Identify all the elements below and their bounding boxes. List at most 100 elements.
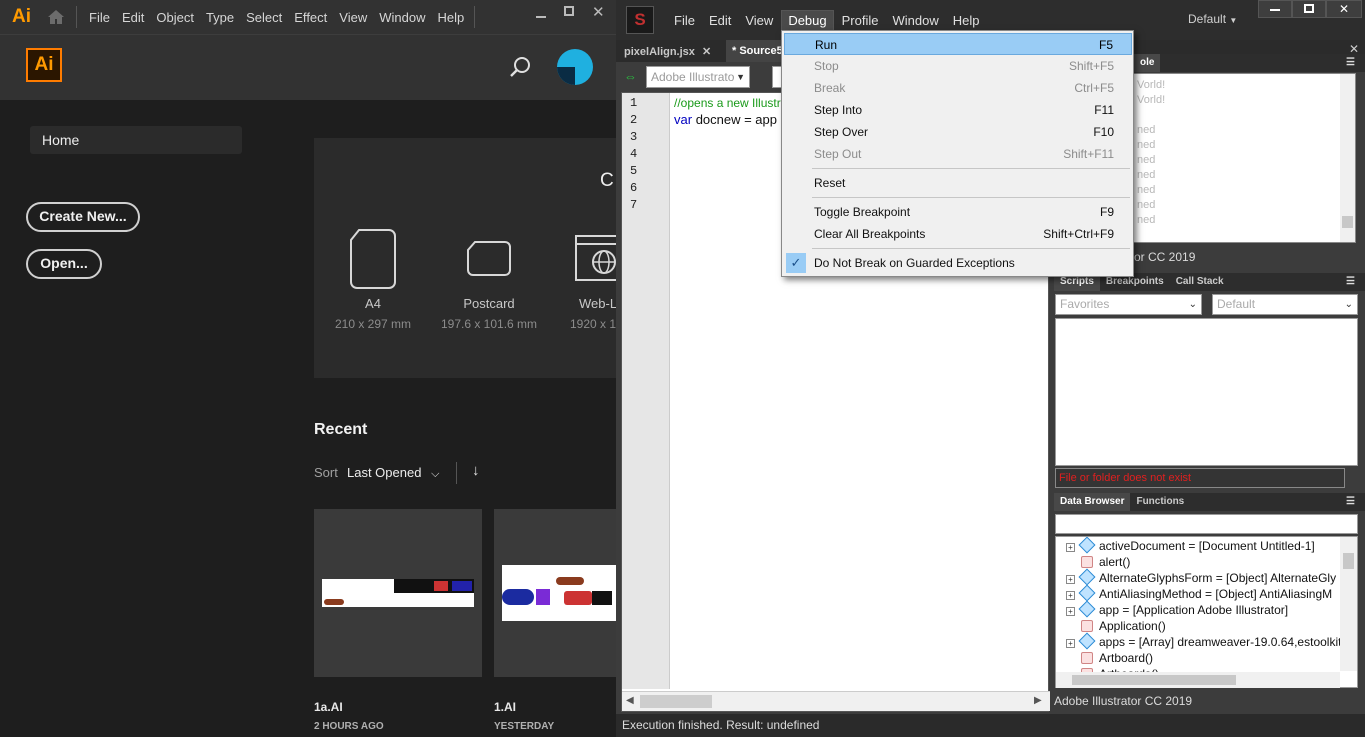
estk-menu-edit[interactable]: Edit	[703, 11, 737, 30]
recent-file-thumbnail[interactable]	[314, 509, 482, 677]
scroll-thumb[interactable]	[640, 695, 712, 708]
favorites-select[interactable]: Favorites ⌄	[1055, 294, 1202, 315]
search-icon[interactable]	[510, 56, 532, 78]
console-line: ned	[1137, 169, 1156, 181]
ai-menu-effect[interactable]: Effect	[294, 10, 327, 25]
data-browser-hscroll[interactable]	[1056, 672, 1340, 688]
link-icon[interactable]: ⇔	[624, 69, 637, 84]
tree-item[interactable]: + activeDocument = [Document Untitled-1]	[1066, 537, 1315, 554]
preset-a4[interactable]: A4 210 x 297 mm	[318, 228, 428, 331]
panel-menu-icon[interactable]: ☰	[1340, 493, 1361, 511]
create-new-button[interactable]: Create New...	[26, 202, 140, 232]
data-browser-filter[interactable]	[1055, 514, 1358, 534]
ai-menu-object[interactable]: Object	[156, 10, 194, 25]
panel-menu-icon[interactable]: ☰	[1340, 54, 1361, 72]
tree-item[interactable]: + app = [Application Adobe Illustrator]	[1066, 600, 1289, 618]
menu-item-do-not-break[interactable]: ✓ Do Not Break on Guarded Exceptions	[784, 252, 1132, 274]
favorites-value: Favorites	[1060, 297, 1110, 311]
ai-menu-file[interactable]: File	[89, 10, 110, 25]
ai-menu-window[interactable]: Window	[379, 10, 425, 25]
preset-postcard[interactable]: Postcard 197.6 x 101.6 mm	[434, 228, 544, 331]
status-bar: Execution finished. Result: undefined	[616, 714, 1365, 737]
tab-source5[interactable]: * Source5	[732, 45, 783, 57]
expand-icon[interactable]: +	[1066, 607, 1075, 616]
menu-item-step-over[interactable]: Step Over F10	[784, 121, 1132, 143]
target-app-select[interactable]: Adobe Illustrato ▼	[646, 66, 750, 88]
tree-item[interactable]: Artboard()	[1081, 651, 1153, 665]
ai-menu-type[interactable]: Type	[206, 10, 234, 25]
tree-item[interactable]: + AntiAliasingMethod = [Object] AntiAlias…	[1066, 584, 1332, 602]
tab-console[interactable]: ole	[1134, 54, 1161, 72]
console-line: ned	[1137, 154, 1156, 166]
tab-data-browser[interactable]: Data Browser	[1054, 493, 1131, 511]
tree-item[interactable]: + apps = [Array] dreamweaver-19.0.64,esto…	[1066, 632, 1341, 650]
ai-menu-select[interactable]: Select	[246, 10, 282, 25]
menu-item-stop[interactable]: Stop Shift+F5	[784, 55, 1132, 77]
maximize-icon[interactable]	[564, 6, 574, 16]
expand-icon[interactable]: +	[1066, 543, 1075, 552]
menu-item-step-out[interactable]: Step Out Shift+F11	[784, 143, 1132, 165]
tab-pixelalign[interactable]: pixelAlign.jsx ✕	[624, 45, 711, 58]
estk-menu-debug[interactable]: Debug	[781, 9, 834, 31]
ai-logo-small[interactable]: Ai	[12, 6, 34, 28]
tab-functions[interactable]: Functions	[1130, 493, 1190, 511]
scroll-right-icon[interactable]: ▶	[1034, 695, 1042, 706]
close-icon[interactable]: ✕	[592, 3, 605, 21]
recent-file-thumbnail[interactable]	[494, 509, 616, 677]
workspace-select[interactable]: Default ▼	[1188, 12, 1237, 26]
tree-item-label: activeDocument = [Document Untitled-1]	[1099, 539, 1315, 553]
tree-item[interactable]: alert()	[1081, 555, 1130, 569]
sidebar-item-home[interactable]: Home	[30, 126, 242, 154]
code-line: var docnew = app	[674, 112, 777, 127]
close-tab-icon[interactable]: ✕	[702, 46, 711, 58]
estk-menu-file[interactable]: File	[668, 11, 701, 30]
menu-item-step-into[interactable]: Step Into F11	[784, 99, 1132, 121]
console-line: ned	[1137, 214, 1156, 226]
estk-menu-window[interactable]: Window	[886, 11, 944, 30]
menu-item-run[interactable]: Run F5	[784, 33, 1132, 55]
ai-menu-help[interactable]: Help	[437, 10, 464, 25]
tree-item[interactable]: + AlternateGlyphsForm = [Object] Alternat…	[1066, 568, 1336, 586]
menu-item-shortcut: Shift+F11	[1063, 147, 1114, 161]
scroll-left-icon[interactable]: ◀	[626, 695, 634, 706]
menu-separator	[812, 168, 1130, 169]
line-number: 1	[630, 96, 638, 110]
panel-menu-icon[interactable]: ☰	[1340, 273, 1361, 291]
data-browser-header: Data Browser Functions ☰	[1054, 493, 1365, 511]
tree-item-label: app = [Application Adobe Illustrator]	[1099, 603, 1289, 617]
tab-call-stack[interactable]: Call Stack	[1170, 273, 1230, 291]
ai-menu-edit[interactable]: Edit	[122, 10, 144, 25]
minimize-icon[interactable]	[1258, 0, 1292, 18]
sort-dropdown[interactable]: Last Opened ⌵	[347, 465, 439, 481]
home-icon[interactable]	[46, 9, 66, 25]
maximize-icon[interactable]	[1292, 0, 1326, 18]
avatar[interactable]	[557, 49, 593, 85]
data-browser-tree[interactable]: + activeDocument = [Document Untitled-1] …	[1055, 536, 1358, 688]
scripts-list[interactable]	[1055, 318, 1358, 466]
close-icon[interactable]: ✕	[1326, 0, 1362, 18]
ai-menu-view[interactable]: View	[339, 10, 367, 25]
expand-icon[interactable]: +	[1066, 639, 1075, 648]
menu-item-toggle-breakpoint[interactable]: Toggle Breakpoint F9	[784, 201, 1132, 223]
sort-direction-arrow-icon[interactable]: ↓	[472, 462, 480, 479]
recent-file-name[interactable]: 1a.AI	[314, 700, 343, 714]
console-scrollbar[interactable]	[1340, 74, 1355, 242]
recent-file-name[interactable]: 1.AI	[494, 700, 516, 714]
estk-menu-help[interactable]: Help	[947, 11, 986, 30]
minimize-icon[interactable]	[536, 16, 546, 18]
expand-icon[interactable]: +	[1066, 591, 1075, 600]
menu-item-break[interactable]: Break Ctrl+F5	[784, 77, 1132, 99]
estk-menu-view[interactable]: View	[739, 11, 779, 30]
expand-icon[interactable]: +	[1066, 575, 1075, 584]
scripts-target-select[interactable]: Default ⌄	[1212, 294, 1358, 315]
ai-menubar: Ai File Edit Object Type Select Effect V…	[0, 0, 616, 34]
preset-web[interactable]: Web-L 1920 x 1(	[554, 228, 616, 331]
data-browser-vscroll[interactable]	[1340, 537, 1357, 671]
estk-menu-profile[interactable]: Profile	[836, 11, 885, 30]
estk-logo-icon[interactable]: S	[626, 6, 654, 34]
horizontal-scrollbar[interactable]: ◀ ▶	[622, 691, 1050, 711]
tree-item[interactable]: Application()	[1081, 619, 1166, 633]
open-button[interactable]: Open...	[26, 249, 102, 279]
menu-item-clear-all-breakpoints[interactable]: Clear All Breakpoints Shift+Ctrl+F9	[784, 223, 1132, 245]
menu-item-reset[interactable]: Reset	[784, 172, 1132, 194]
